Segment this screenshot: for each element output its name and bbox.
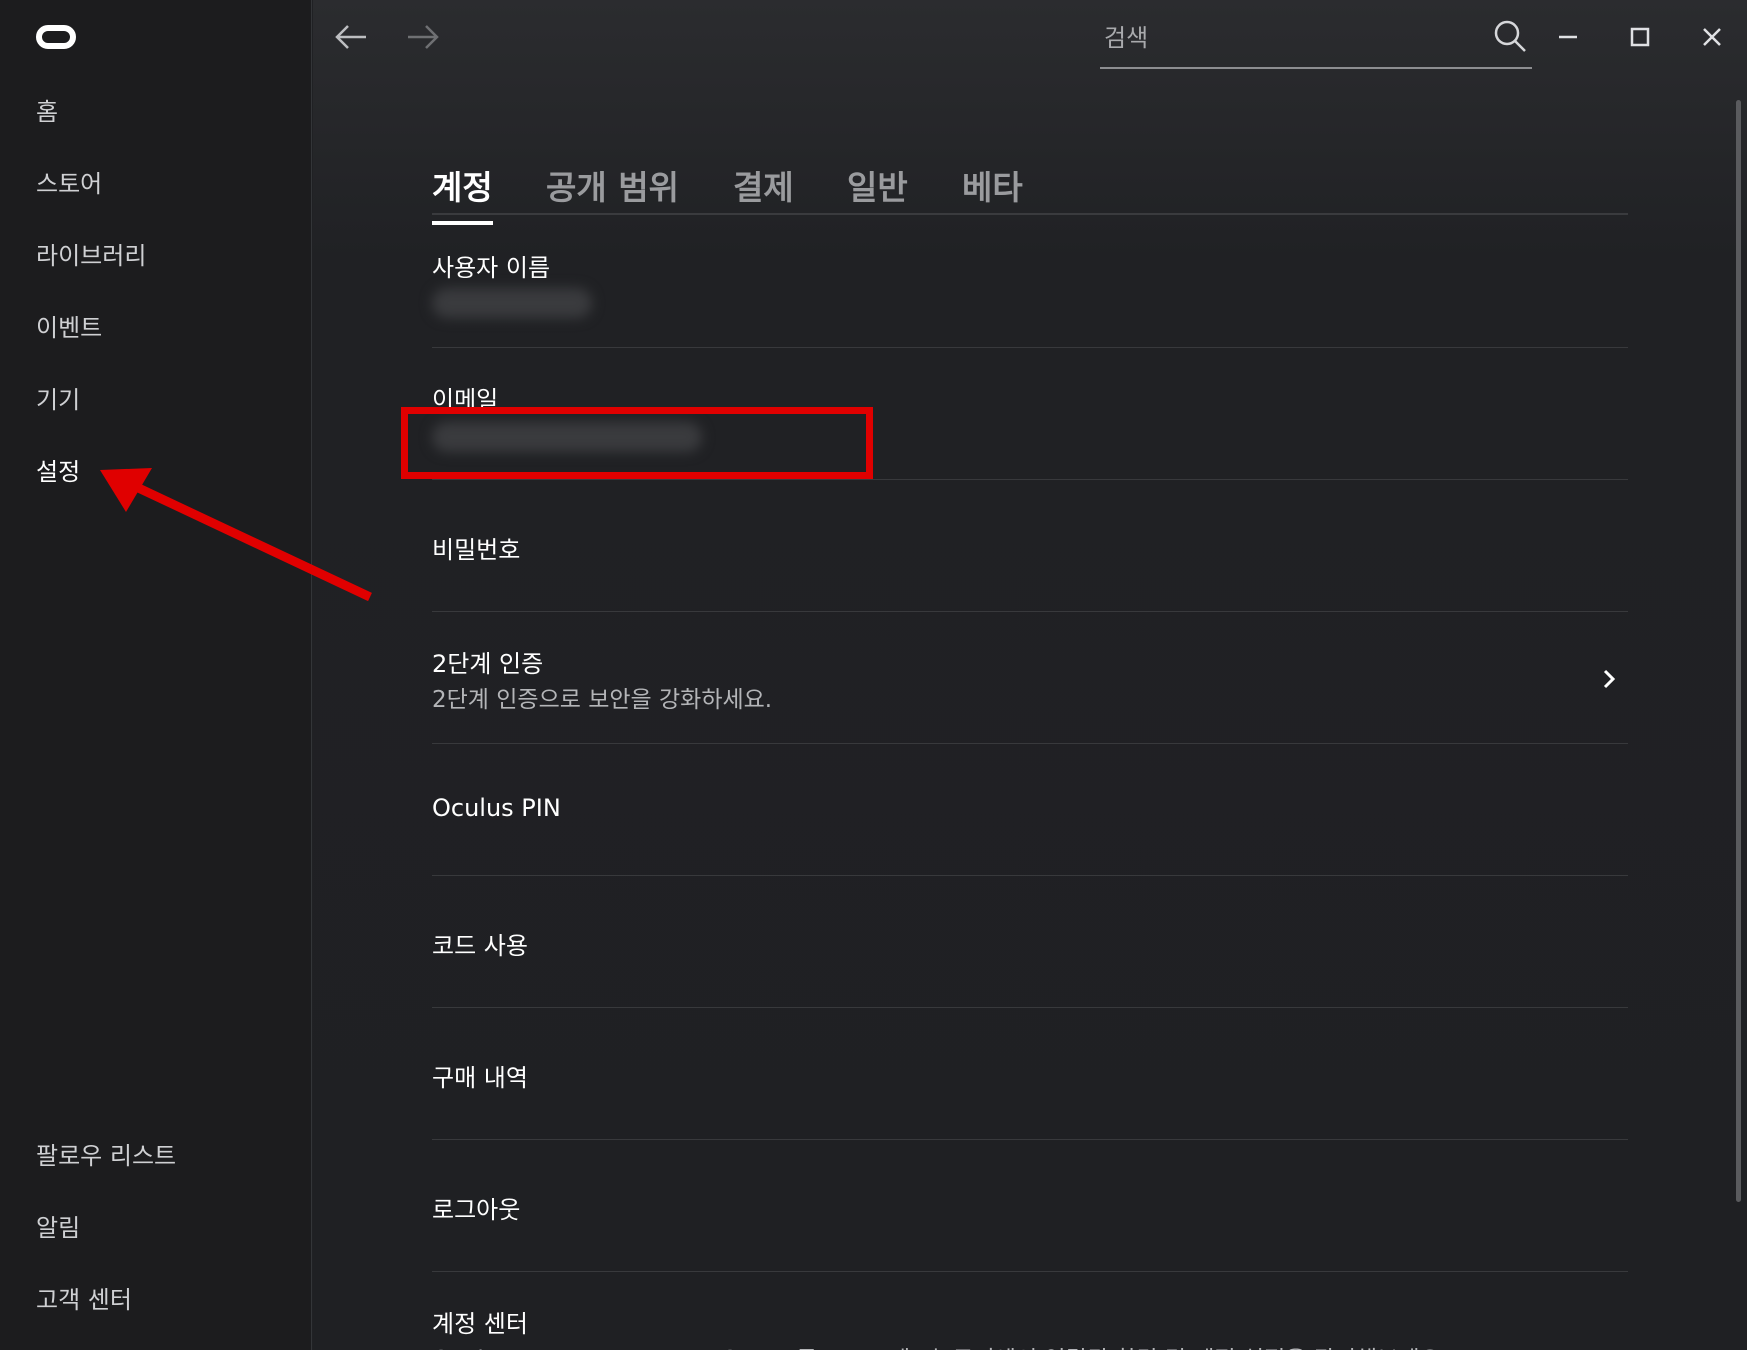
scrollbar[interactable] [1736, 100, 1741, 1202]
email-value-redacted [432, 422, 702, 452]
oculus-pin-label: Oculus PIN [432, 794, 561, 822]
purchase-history-label: 구매 내역 [432, 1064, 528, 1092]
tab-general[interactable]: 일반 [847, 161, 908, 221]
account-center-label: 계정 센터 [432, 1310, 528, 1338]
search-input[interactable] [1104, 18, 1464, 58]
tab-privacy[interactable]: 공개 범위 [546, 161, 679, 221]
email-label: 이메일 [432, 386, 499, 414]
account-center-description: Oculus, Instagram, Meta Quest 등 Meta 테크놀… [432, 1340, 1448, 1350]
sidebar-item-devices[interactable]: 기기 [36, 380, 80, 415]
account-center-row[interactable]: 계정 센터 Oculus, Instagram, Meta Quest 등 Me… [432, 1272, 1628, 1350]
oculus-app-window: 홈 스토어 라이브러리 이벤트 기기 설정 팔로우 리스트 알림 고객 센터 검… [0, 0, 1747, 1350]
sidebar: 홈 스토어 라이브러리 이벤트 기기 설정 팔로우 리스트 알림 고객 센터 [0, 0, 312, 1350]
sidebar-item-library[interactable]: 라이브러리 [36, 236, 146, 271]
arrow-left-icon [335, 25, 366, 49]
search-icon [1494, 20, 1526, 52]
back-button[interactable] [328, 14, 374, 60]
tab-payment[interactable]: 결제 [733, 161, 794, 221]
minimize-button[interactable] [1545, 14, 1591, 60]
close-button[interactable] [1689, 14, 1735, 60]
logout-row[interactable]: 로그아웃 [432, 1140, 1628, 1272]
search-button[interactable] [1492, 18, 1532, 58]
sidebar-item-store[interactable]: 스토어 [36, 164, 102, 199]
password-label: 비밀번호 [432, 536, 521, 564]
password-row[interactable]: 비밀번호 [432, 480, 1628, 612]
two-factor-label: 2단계 인증 [432, 650, 544, 678]
two-factor-row[interactable]: 2단계 인증 2단계 인증으로 보안을 강화하세요. [432, 612, 1628, 744]
settings-tabs: 계정 공개 범위 결제 일반 베타 [432, 155, 1628, 225]
maximize-icon [1630, 27, 1650, 47]
redeem-code-row[interactable]: 코드 사용 [432, 876, 1628, 1008]
maximize-button[interactable] [1617, 14, 1663, 60]
tab-beta[interactable]: 베타 [962, 161, 1023, 221]
redeem-code-label: 코드 사용 [432, 932, 528, 960]
sidebar-item-notifications[interactable]: 알림 [36, 1208, 80, 1243]
search-bar [1100, 14, 1532, 69]
username-value-redacted [432, 288, 592, 318]
sidebar-item-home[interactable]: 홈 [36, 92, 58, 127]
purchase-history-row[interactable]: 구매 내역 [432, 1008, 1628, 1140]
username-row: 사용자 이름 [432, 216, 1628, 348]
oculus-pin-row[interactable]: Oculus PIN [432, 744, 1628, 876]
sidebar-item-events[interactable]: 이벤트 [36, 308, 102, 343]
username-label: 사용자 이름 [432, 254, 551, 282]
email-row: 이메일 [432, 348, 1628, 480]
logout-label: 로그아웃 [432, 1196, 521, 1224]
arrow-right-icon [408, 25, 439, 49]
forward-button[interactable] [400, 14, 446, 60]
minimize-icon [1559, 35, 1577, 39]
oculus-logo-icon[interactable] [36, 25, 76, 49]
main-content: 계정 공개 범위 결제 일반 베타 사용자 이름 이메일 비밀번호 2단계 인증… [313, 0, 1747, 1350]
two-factor-description: 2단계 인증으로 보안을 강화하세요. [432, 687, 773, 713]
chevron-right-icon [1603, 669, 1616, 689]
close-icon [1703, 28, 1721, 46]
sidebar-item-settings[interactable]: 설정 [36, 452, 80, 487]
sidebar-item-follow-list[interactable]: 팔로우 리스트 [36, 1136, 176, 1171]
sidebar-item-support[interactable]: 고객 센터 [36, 1280, 132, 1315]
